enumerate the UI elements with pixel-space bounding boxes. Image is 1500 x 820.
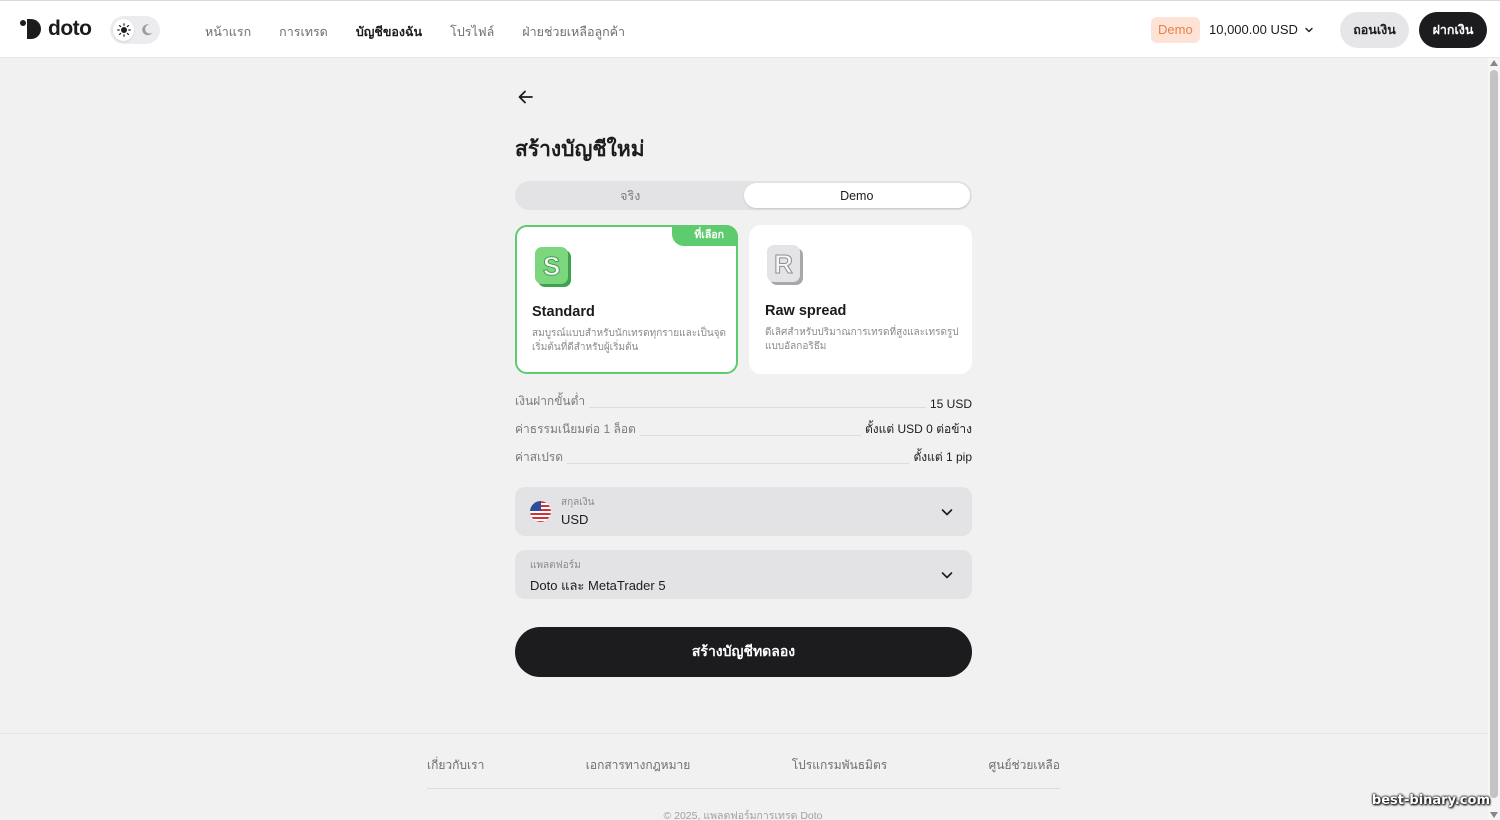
currency-select[interactable]: สกุลเงิน USD (515, 487, 972, 536)
scroll-down-arrow-icon[interactable] (1490, 812, 1498, 818)
balance-amount: 10,000.00 USD (1209, 22, 1298, 37)
chevron-down-icon (941, 572, 953, 579)
page-scrollbar[interactable] (1488, 58, 1500, 820)
back-arrow-icon[interactable] (515, 86, 537, 108)
spread-row: ค่าสเปรด ตั้งแต่ 1 pip (515, 449, 972, 467)
detail-label: เงินฝากขั้นต่ำ (515, 394, 586, 408)
footer-link-about[interactable]: เกี่ยวกับเรา (427, 756, 484, 775)
nav-my-accounts[interactable]: บัญชีของฉัน (356, 22, 422, 42)
deposit-button[interactable]: ฝากเงิน (1419, 12, 1487, 48)
plan-description: ดีเลิศสำหรับปริมาณการเทรดที่สูงและเทรดรู… (765, 327, 959, 352)
main-nav: หน้าแรก การเทรด บัญชีของฉัน โปรไฟล์ ฝ่าย… (205, 22, 625, 42)
raw-spread-plan-letter: R (774, 249, 793, 279)
page-title: สร้างบัญชีใหม่ (515, 138, 645, 161)
detail-value: ตั้งแต่ USD 0 ต่อข้าง (865, 422, 972, 436)
account-type-tabs: จริง Demo (515, 181, 972, 210)
scrollbar-thumb[interactable] (1490, 70, 1498, 798)
doto-logo-icon (20, 18, 42, 40)
currency-label: สกุลเงิน (561, 497, 595, 508)
plan-name: Raw spread (765, 303, 847, 319)
footer-divider (427, 788, 1060, 789)
footer-links: เกี่ยวกับเรา เอกสารทางกฎหมาย โปรแกรมพันธ… (427, 756, 1060, 775)
platform-select[interactable]: แพลตฟอร์ม Doto และ MetaTrader 5 (515, 550, 972, 599)
raw-spread-plan-icon: R (767, 245, 803, 285)
detail-value: ตั้งแต่ 1 pip (913, 450, 972, 464)
nav-profile[interactable]: โปรไฟล์ (450, 22, 494, 42)
nav-support[interactable]: ฝ่ายช่วยเหลือลูกค้า (522, 22, 625, 42)
scroll-up-arrow-icon[interactable] (1490, 60, 1498, 66)
withdraw-button[interactable]: ถอนเงิน (1340, 12, 1409, 48)
platform-value: Doto และ MetaTrader 5 (530, 578, 666, 593)
detail-label: ค่าธรรมเนียมต่อ 1 ล็อต (515, 422, 636, 436)
plan-card-standard[interactable]: ที่เลือก S Standard สมบูรณ์แบบสำหรับนักเ… (515, 225, 738, 374)
min-deposit-row: เงินฝากขั้นต่ำ 15 USD (515, 393, 972, 411)
chevron-down-icon (1305, 27, 1313, 32)
account-type-badge: Demo (1151, 17, 1200, 43)
standard-plan-icon: S (535, 247, 571, 287)
sun-icon[interactable] (113, 19, 134, 41)
nav-trading[interactable]: การเทรด (279, 22, 328, 42)
footer-link-help[interactable]: ศูนย์ช่วยเหลือ (989, 756, 1060, 775)
chevron-down-icon (941, 509, 953, 516)
logo-text: doto (48, 17, 92, 40)
footer: เกี่ยวกับเรา เอกสารทางกฎหมาย โปรแกรมพันธ… (0, 733, 1500, 820)
create-demo-account-button[interactable]: สร้างบัญชีทดลอง (515, 627, 972, 677)
theme-toggle[interactable] (110, 16, 160, 44)
plan-description: สมบูรณ์แบบสำหรับนักเทรดทุกรายและเป็นจุดเ… (532, 328, 727, 353)
footer-link-legal[interactable]: เอกสารทางกฎหมาย (586, 756, 691, 775)
tab-real[interactable]: จริง (517, 183, 744, 208)
top-header: doto หน้าแรก การเทรด บัญชีของฉัน โปรไฟล์ (0, 0, 1500, 58)
commission-row: ค่าธรรมเนียมต่อ 1 ล็อต ตั้งแต่ USD 0 ต่อ… (515, 421, 972, 439)
currency-value: USD (561, 512, 589, 527)
balance-selector[interactable]: 10,000.00 USD (1209, 22, 1314, 37)
us-flag-icon (530, 501, 551, 522)
tab-demo[interactable]: Demo (743, 183, 970, 208)
platform-label: แพลตฟอร์ม (530, 560, 581, 571)
nav-home[interactable]: หน้าแรก (205, 22, 251, 42)
footer-link-partners[interactable]: โปรแกรมพันธมิตร (792, 756, 887, 775)
doto-logo[interactable]: doto (20, 17, 92, 41)
standard-plan-letter: S (543, 251, 560, 281)
selected-tag: ที่เลือก (672, 225, 738, 246)
plan-card-raw-spread[interactable]: R Raw spread ดีเลิศสำหรับปริมาณการเทรดที… (749, 225, 972, 374)
copyright: © 2025, แพลตฟอร์มการเทรด Doto (663, 810, 823, 820)
watermark: best-binary.com (1371, 793, 1490, 808)
detail-value: 15 USD (929, 397, 972, 411)
moon-icon[interactable] (136, 19, 157, 41)
detail-label: ค่าสเปรด (515, 450, 564, 464)
plan-name: Standard (532, 304, 595, 320)
